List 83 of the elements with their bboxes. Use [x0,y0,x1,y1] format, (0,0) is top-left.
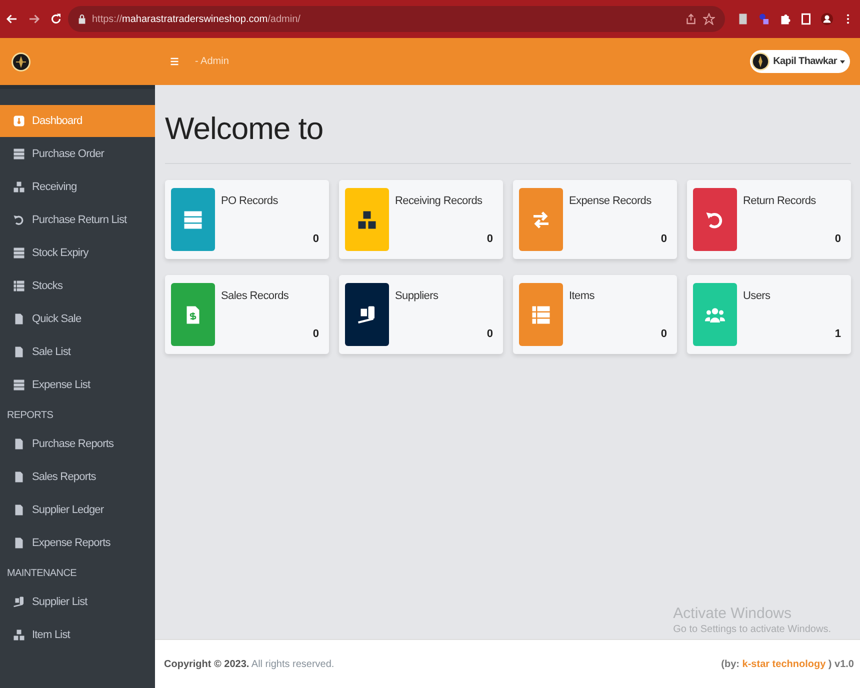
list-icon [13,280,25,292]
card-count: 0 [312,233,320,247]
caret-icon [840,60,845,64]
url-text: https://maharastratraderswineshop.com/admin/ [92,14,300,24]
undo-icon [705,210,725,230]
stat-card[interactable]: Expense Records 0 [513,180,677,259]
boxes-icon [357,210,377,230]
file-icon [13,470,25,482]
card-count: 0 [486,233,494,247]
table-icon [13,246,25,258]
sidebar-item[interactable]: Supplier List [0,585,155,618]
card-label: Sales Records [221,290,290,302]
card-label: Receiving Records [395,195,484,207]
extension-icon[interactable] [758,13,770,25]
table-icon [13,378,25,390]
card-count: 0 [660,328,668,342]
profile-icon[interactable] [821,13,833,25]
stat-card[interactable]: Sales Records 0 [165,275,329,354]
stat-card[interactable]: Suppliers 0 [339,275,503,354]
sidebar-item[interactable]: Expense List [0,368,155,401]
file-icon [13,504,25,516]
activation-text: Go to Settings to activate Windows. [673,624,831,635]
card-count: 0 [660,233,668,247]
breadcrumb: - Admin [195,56,229,67]
file-icon [13,346,25,358]
user-menu-button[interactable]: Kapil Thawkar [750,50,850,73]
dolly-icon [13,596,25,608]
star-icon[interactable] [703,13,715,25]
sidebar-item[interactable]: Supplier Ledger [0,493,155,526]
logo-icon[interactable] [11,52,31,72]
sidebar-item[interactable]: Stock Expiry [0,236,155,269]
stat-card[interactable]: Items 0 [513,275,677,354]
sidebar-item[interactable]: Purchase Reports [0,427,155,460]
section-heading: MAINTENANCE [6,567,78,581]
card-count: 1 [834,328,842,342]
sidebar-item[interactable]: Quick Sale [0,302,155,335]
avatar-icon [751,52,770,71]
stat-card[interactable]: Receiving Records 0 [339,180,503,259]
card-label: Users [743,290,772,302]
sidebar-icon[interactable] [800,13,812,25]
sidebar-item[interactable]: Sale List [0,335,155,368]
page-title: Welcome to [165,111,851,164]
copyright-text: Copyright © 2023. All rights reserved. [164,658,334,670]
arrows-icon [531,210,551,230]
gauge-icon [13,115,25,127]
dolly-icon [357,304,377,324]
address-bar[interactable]: https://maharastratraderswineshop.com/admin/ [68,6,725,32]
table-icon [183,210,203,230]
file-icon [13,536,25,548]
sidebar-item[interactable]: Purchase Return List [0,203,155,236]
reload-icon[interactable] [50,13,62,25]
file-icon [13,312,25,324]
card-label: PO Records [221,195,279,207]
sidebar-item[interactable]: Expense Reports [0,526,155,559]
sidebar-item[interactable]: Receiving [0,170,155,203]
table-icon [13,148,25,160]
stat-card[interactable]: Return Records 0 [687,180,851,259]
sidebar-item[interactable]: Stocks [0,269,155,302]
boxes-icon [13,180,25,192]
sidebar-item[interactable]: Item List [0,618,155,651]
share-icon[interactable] [685,13,697,25]
file-icon [13,438,25,450]
credit-text: (by: k-star technology ) v1.0 [721,658,854,670]
sidebar-item[interactable]: Sales Reports [0,460,155,493]
undo-icon [13,214,25,226]
stat-card[interactable]: PO Records 0 [165,180,329,259]
lock-icon [78,14,86,24]
card-count: 0 [312,328,320,342]
card-label: Expense Records [569,195,652,207]
stat-card[interactable]: Users 1 [687,275,851,354]
forward-icon[interactable] [28,13,40,25]
card-label: Items [569,290,596,302]
card-label: Suppliers [395,290,440,302]
card-count: 0 [834,233,842,247]
sidebar-item[interactable]: Purchase Order [0,137,155,170]
card-label: Return Records [743,195,817,207]
card-count: 0 [486,328,494,342]
list-icon [531,304,551,324]
section-heading: REPORTS [6,409,54,423]
extension-icon[interactable] [737,13,749,25]
puzzle-icon[interactable] [779,13,791,25]
boxes-icon [13,628,25,640]
back-icon[interactable] [6,13,18,25]
